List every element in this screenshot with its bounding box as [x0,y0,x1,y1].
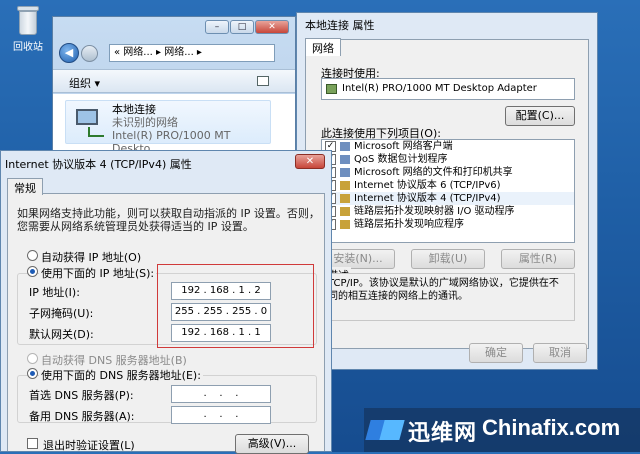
item-label: Microsoft 网络客户端 [354,141,453,152]
item-label: Internet 协议版本 4 (TCP/IPv4) [354,193,501,204]
manual-dns-label: 使用下面的 DNS 服务器地址(E): [39,367,203,383]
ip-address-label: IP 地址(I): [29,286,80,299]
uninstall-button[interactable]: 卸载(U) [411,249,485,269]
network-connection-icon [72,107,106,139]
protocol-icon [340,207,350,216]
list-item[interactable]: ✓QoS 数据包计划程序 [322,153,574,166]
item-label: Microsoft 网络的文件和打印机共享 [354,167,513,178]
ok-button[interactable]: 确定 [469,343,523,363]
item-label: 链路层拓扑发现响应程序 [354,219,464,230]
adapter-name: Intel(R) PRO/1000 MT Desktop Adapter [342,83,537,94]
protocol-icon [340,181,350,190]
network-adapter-icon [326,84,337,94]
watermark-en: Chinafix.com [482,415,621,440]
address-bar[interactable]: « 网络... ▸ 网络... ▸ [109,44,275,62]
window-controls: – □ ✕ [205,20,289,34]
alternate-dns-input[interactable]: . . . [171,406,271,424]
view-icon[interactable] [257,76,269,86]
item-label: Internet 协议版本 6 (TCP/IPv6) [354,180,501,191]
tab-general[interactable]: 常规 [7,178,43,195]
connection-status: 未识别的网络 [112,116,178,129]
window-title: Internet 协议版本 4 (TCP/IPv4) 属性 [5,158,192,171]
description-box: TCP/IP。该协议是默认的广域网络协议，它提供在不同的相互连接的网络上的通讯。 [321,273,575,321]
advanced-button[interactable]: 高级(V)... [235,434,309,454]
network-component-icon [340,155,350,164]
manual-ip-radio[interactable] [27,266,38,277]
auto-dns-radio[interactable] [27,353,38,364]
list-item[interactable]: ✓Microsoft 网络的文件和打印机共享 [322,166,574,179]
back-arrow-icon[interactable]: ◀ [59,43,79,63]
tab-network[interactable]: 网络 [305,38,341,56]
network-component-icon [340,142,350,151]
validate-on-exit-label: 退出时验证设置(L) [43,439,135,452]
connection-name: 本地连接 [112,103,156,116]
validate-on-exit-checkbox[interactable] [27,438,38,449]
auto-ip-label: 自动获得 IP 地址(O) [41,251,142,264]
list-item[interactable]: ✓Internet 协议版本 6 (TCP/IPv6) [322,179,574,192]
connection-properties-window: 本地连接 属性 网络 连接时使用: Intel(R) PRO/1000 MT D… [296,12,598,370]
description-text: TCP/IP。该协议是默认的广域网络协议，它提供在不同的相互连接的网络上的通讯。 [328,278,559,302]
window-title: 本地连接 属性 [305,19,375,32]
command-bar: 组织 ▾ [53,69,295,93]
annotation-highlight-box [157,264,314,348]
organize-menu[interactable]: 组织 ▾ [69,75,100,91]
auto-dns-label: 自动获得 DNS 服务器地址(B) [41,354,187,367]
intro-line-2: 您需要从网络系统管理员处获得适当的 IP 设置。 [17,220,254,233]
alternate-dns-label: 备用 DNS 服务器(A): [29,410,135,423]
properties-button[interactable]: 属性(R) [501,249,575,269]
network-component-icon [340,168,350,177]
install-button[interactable]: 安装(N)... [321,249,395,269]
watermark: 迅维网 Chinafix.com [364,408,640,452]
recycle-bin-label: 回收站 [13,42,43,53]
close-button[interactable]: ✕ [295,154,325,169]
minimize-button[interactable]: – [205,20,229,34]
items-list[interactable]: ✓Microsoft 网络客户端✓QoS 数据包计划程序✓Microsoft 网… [321,139,575,243]
preferred-dns-label: 首选 DNS 服务器(P): [29,389,134,402]
adapter-field: Intel(R) PRO/1000 MT Desktop Adapter [321,78,575,100]
forward-arrow-icon[interactable] [81,45,98,62]
configure-button[interactable]: 配置(C)... [505,106,575,126]
recycle-bin[interactable]: 回收站 [8,4,48,53]
manual-dns-radio[interactable] [27,368,38,379]
list-item[interactable]: ✓链路层拓扑发现映射器 I/O 驱动程序 [322,205,574,218]
explorer-window: – □ ✕ ◀ « 网络... ▸ 网络... ▸ 组织 ▾ 本地连接 未识别的… [52,16,296,166]
watermark-logo-icon [365,412,405,448]
list-item[interactable]: ✓Internet 协议版本 4 (TCP/IPv4) [322,192,574,205]
subnet-mask-label: 子网掩码(U): [29,307,94,320]
local-connection-item[interactable]: 本地连接 未识别的网络 Intel(R) PRO/1000 MT Deskto.… [65,100,271,155]
cancel-button[interactable]: 取消 [533,343,587,363]
protocol-icon [340,220,350,229]
recycle-bin-icon [15,4,41,36]
list-item[interactable]: ✓ Microsoft 网络客户端 [322,140,574,153]
maximize-button[interactable]: □ [230,20,254,34]
watermark-cn: 迅维网 [408,421,478,446]
auto-ip-radio[interactable] [27,250,38,261]
list-item[interactable]: ✓链路层拓扑发现响应程序 [322,218,574,231]
manual-ip-label: 使用下面的 IP 地址(S): [39,265,157,281]
item-label: QoS 数据包计划程序 [354,154,448,165]
default-gateway-label: 默认网关(D): [29,328,94,341]
close-button[interactable]: ✕ [255,20,289,34]
preferred-dns-input[interactable]: . . . [171,385,271,403]
protocol-icon [340,194,350,203]
item-label: 链路层拓扑发现映射器 I/O 驱动程序 [354,206,515,217]
